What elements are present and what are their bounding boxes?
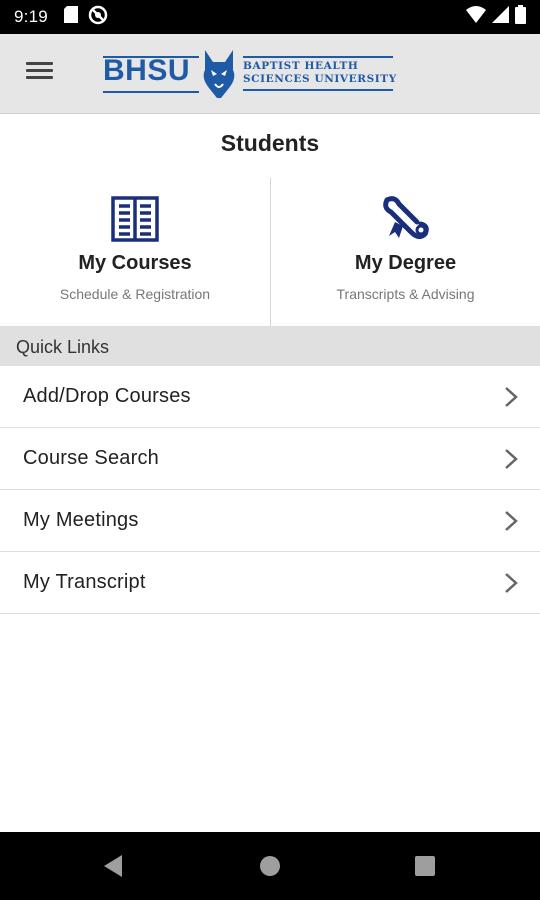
my-courses-tile[interactable]: My Courses Schedule & Registration — [0, 178, 270, 326]
battery-icon — [515, 5, 526, 29]
quick-link-course-search[interactable]: Course Search — [0, 428, 540, 490]
tile-subtitle: Transcripts & Advising — [336, 286, 475, 302]
quick-link-my-transcript[interactable]: My Transcript — [0, 552, 540, 614]
logo-line1: BAPTIST HEALTH — [243, 60, 359, 72]
bhsu-logo: BHSU BAPTIST HEALTH SCIENCES UNIVERSITY — [103, 48, 397, 100]
recents-icon[interactable] — [414, 855, 436, 882]
quick-link-label: Course Search — [23, 447, 159, 469]
quick-links-header: Quick Links — [0, 326, 540, 366]
quick-link-my-meetings[interactable]: My Meetings — [0, 490, 540, 552]
status-time: 9:19 — [14, 7, 48, 26]
sd-card-icon — [63, 6, 78, 28]
tile-subtitle: Schedule & Registration — [59, 286, 211, 302]
quick-link-label: My Meetings — [23, 509, 139, 531]
back-icon[interactable] — [102, 854, 124, 883]
status-bar: 9:19 — [0, 0, 540, 34]
sync-blocked-icon — [88, 5, 108, 30]
wifi-icon — [466, 6, 486, 28]
chevron-right-icon — [505, 386, 518, 407]
diploma-scroll-icon — [271, 196, 540, 246]
open-book-icon — [0, 196, 270, 246]
app-bar: BHSU BAPTIST HEALTH SCIENCES UNIVERSITY — [0, 34, 540, 114]
tiles-row: My Courses Schedule & Registration My De… — [0, 178, 540, 326]
quick-link-label: Add/Drop Courses — [23, 385, 191, 407]
chevron-right-icon — [505, 510, 518, 531]
logo-text: BHSU — [103, 54, 191, 87]
quick-link-label: My Transcript — [23, 571, 146, 593]
status-left-icons — [63, 5, 108, 30]
my-degree-tile[interactable]: My Degree Transcripts & Advising — [270, 178, 540, 326]
quick-link-add-drop-courses[interactable]: Add/Drop Courses — [0, 366, 540, 428]
chevron-right-icon — [505, 572, 518, 593]
tile-title: My Degree — [354, 252, 457, 274]
quick-links-list: Add/Drop Courses Course Search My Meetin… — [0, 366, 540, 614]
system-nav-bar — [0, 832, 540, 900]
home-icon[interactable] — [259, 855, 281, 882]
hamburger-menu-icon[interactable] — [20, 58, 60, 90]
chevron-right-icon — [505, 448, 518, 469]
mascot-icon — [199, 48, 239, 105]
status-right-icons — [466, 5, 526, 29]
tile-title: My Courses — [78, 252, 192, 274]
signal-icon — [492, 6, 509, 28]
page-title: Students — [220, 130, 320, 156]
logo-line2: SCIENCES UNIVERSITY — [243, 73, 397, 85]
